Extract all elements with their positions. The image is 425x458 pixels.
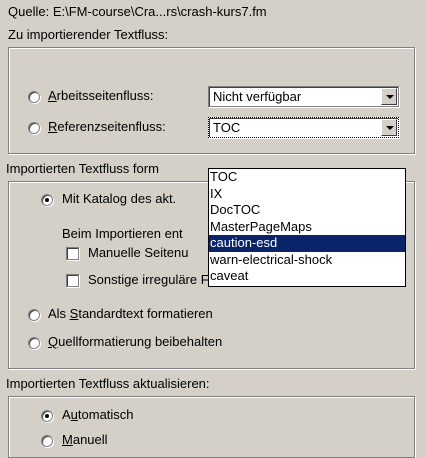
keep-source-format-label: Quellformatierung beibehalten — [48, 334, 223, 349]
radio-body-flow[interactable] — [28, 91, 40, 103]
dropdown-item-selected[interactable]: caution-esd — [209, 235, 405, 252]
radio-catalog[interactable] — [41, 194, 53, 206]
dropdown-item[interactable]: DocTOC — [209, 202, 405, 219]
on-import-label: Beim Importieren ent — [62, 226, 183, 241]
radio-standard-text[interactable] — [28, 309, 40, 321]
source-line: Quelle: E:\FM-course\Cra...rs\crash-kurs… — [8, 4, 267, 20]
radio-reference-flow[interactable] — [28, 122, 40, 134]
chevron-down-icon — [386, 95, 394, 99]
reference-flow-combo[interactable]: TOC — [208, 117, 399, 138]
dropdown-item[interactable]: IX — [209, 186, 405, 203]
source-path: E:\FM-course\Cra...rs\crash-kurs7.fm — [52, 4, 267, 19]
dropdown-item[interactable]: warn-electrical-shock — [209, 252, 405, 269]
update-group — [8, 396, 415, 458]
catalog-option-label: Mit Katalog des akt. — [62, 191, 177, 206]
reference-flow-dropdown-list[interactable]: TOC IX DocTOC MasterPageMaps caution-esd… — [208, 168, 406, 287]
dropdown-item[interactable]: MasterPageMaps — [209, 219, 405, 236]
update-group-title: Importierten Textfluss aktualisieren: — [6, 376, 210, 391]
radio-keep-source-format[interactable] — [28, 337, 40, 349]
format-group-title: Importierten Textfluss form — [6, 161, 159, 176]
manual-page-breaks-label: Manuelle Seitenu — [88, 245, 189, 260]
dropdown-item[interactable]: TOC — [209, 169, 405, 186]
source-label: Quelle: — [8, 4, 50, 19]
reference-flow-label: Referenzseitenfluss: — [48, 119, 166, 134]
checkbox-manual-page-breaks[interactable] — [66, 247, 79, 260]
body-flow-combo-button[interactable] — [381, 88, 397, 105]
radio-automatic[interactable] — [41, 410, 53, 422]
body-flow-label: Arbeitsseitenfluss: — [48, 88, 154, 103]
body-flow-combo-value: Nicht verfügbar — [213, 89, 302, 104]
body-flow-combo[interactable]: Nicht verfügbar — [208, 86, 399, 107]
import-flow-title: Zu importierender Textfluss: — [8, 27, 169, 42]
manual-label: Manuell — [62, 432, 108, 447]
standard-text-label: Als Standardtext formatieren — [48, 306, 213, 321]
chevron-down-icon — [386, 126, 394, 130]
automatic-label: Automatisch — [62, 407, 134, 422]
radio-manual[interactable] — [41, 435, 53, 447]
checkbox-other-formatting[interactable] — [66, 274, 79, 287]
reference-flow-combo-button[interactable] — [381, 119, 397, 136]
dropdown-item[interactable]: caveat — [209, 268, 405, 285]
reference-flow-combo-value: TOC — [213, 120, 241, 135]
